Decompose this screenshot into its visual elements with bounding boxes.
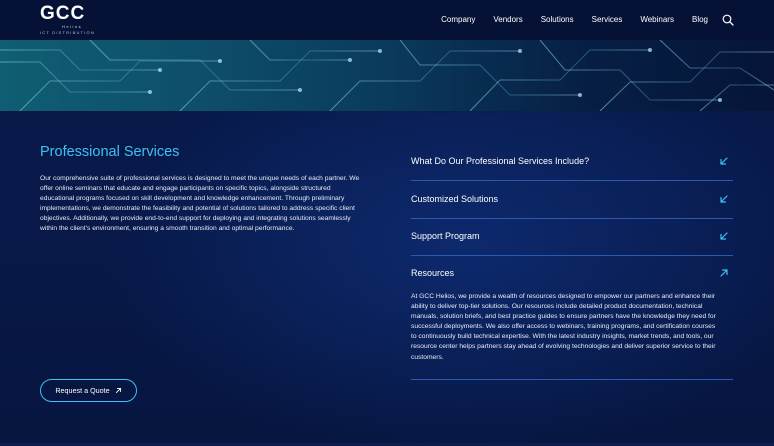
accordion-item-customized-solutions: Customized Solutions (411, 181, 733, 219)
arrow-down-left-icon (720, 195, 728, 203)
hero-banner (0, 40, 774, 111)
accordion-body: At GCC Helios, we provide a wealth of re… (411, 293, 716, 361)
accordion-header[interactable]: Customized Solutions (411, 181, 733, 218)
nav-item-vendors[interactable]: Vendors (493, 11, 522, 29)
nav-item-solutions[interactable]: Solutions (541, 11, 574, 29)
arrow-down-left-icon (720, 157, 728, 165)
brand-name: GCC (40, 3, 86, 24)
request-quote-label: Request a Quote (55, 386, 110, 395)
accordion-label: What Do Our Professional Services Includ… (411, 156, 590, 166)
brand-sub: Helios (62, 24, 83, 29)
accordion-header[interactable]: Resources (411, 255, 733, 292)
site-header: GCC Helios ICT DISTRIBUTION Company Vend… (0, 0, 774, 40)
accordion-header[interactable]: What Do Our Professional Services Includ… (411, 143, 733, 180)
nav-item-webinars[interactable]: Webinars (640, 11, 674, 29)
accordion-label: Customized Solutions (411, 194, 499, 204)
accordion-item-resources: Resources At GCC Helios, we provide a we… (411, 255, 733, 380)
main-nav: Company Vendors Solutions Services Webin… (423, 11, 734, 29)
arrow-up-right-icon (720, 269, 728, 277)
page-title: Professional Services (40, 144, 180, 160)
brand-tagline: ICT DISTRIBUTION (40, 30, 95, 35)
accordion-label: Support Program (411, 231, 480, 241)
request-quote-button[interactable]: Request a Quote (40, 379, 137, 402)
accordion-item-support-program: Support Program (411, 218, 733, 256)
nav-item-services[interactable]: Services (592, 11, 623, 29)
accordion-header[interactable]: Support Program (411, 218, 733, 255)
circuit-pattern-image (0, 40, 774, 111)
page: GCC Helios ICT DISTRIBUTION Company Vend… (0, 0, 774, 446)
arrow-down-left-icon (720, 232, 728, 240)
search-icon[interactable] (722, 14, 734, 26)
intro-paragraph: Our comprehensive suite of professional … (40, 175, 360, 233)
accordion-item-what-include: What Do Our Professional Services Includ… (411, 143, 733, 181)
accordion-label: Resources (411, 268, 455, 278)
nav-item-blog[interactable]: Blog (692, 11, 708, 29)
nav-item-company[interactable]: Company (441, 11, 475, 29)
arrow-up-right-icon (115, 387, 121, 394)
brand-logo[interactable]: GCC Helios ICT DISTRIBUTION (40, 3, 104, 37)
